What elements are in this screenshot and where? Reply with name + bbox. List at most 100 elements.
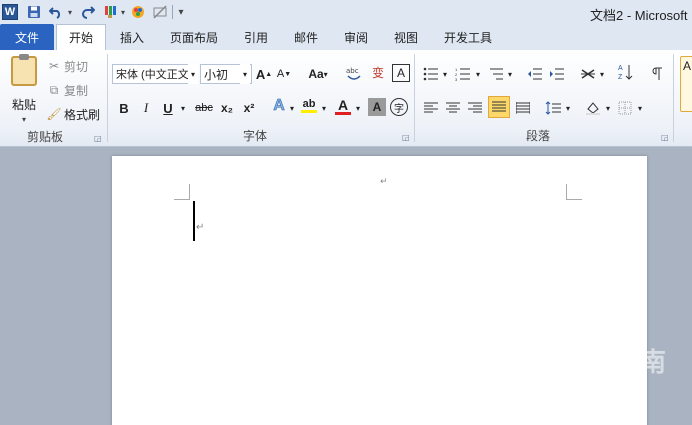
justify-icon[interactable] [488,96,510,118]
highlight-label: ab [302,98,316,110]
numbering-icon[interactable]: 123 [454,64,472,84]
subscript-button[interactable]: x₂ [218,98,236,118]
font-name-combo[interactable]: 宋体 (中文正文) [112,64,198,84]
paint-dropdown-icon[interactable]: ▾ [119,3,127,21]
paragraph-mark: ↵ [196,222,205,233]
line-spacing-dropdown-icon[interactable]: ▾ [564,98,572,118]
no-change-icon[interactable] [152,3,168,21]
distributed-icon[interactable] [514,98,532,118]
paragraph-group-label: 段落 [525,129,550,143]
multilevel-dropdown-icon[interactable]: ▾ [506,64,514,84]
shrink-font-label: A [276,68,285,80]
show-marks-icon[interactable] [648,64,666,84]
borders-dropdown-icon[interactable]: ▾ [636,98,644,118]
multilevel-list-icon[interactable] [486,64,506,84]
svg-text:Z: Z [618,74,623,81]
change-case-button[interactable]: Aa ▾ [304,64,332,84]
italic-button[interactable]: I [138,98,154,118]
bullets-icon[interactable] [422,64,440,84]
bold-button[interactable]: B [116,98,132,118]
paint-icon[interactable] [102,3,118,21]
format-painter-button[interactable]: 🖌 格式刷 [46,104,100,124]
undo-icon[interactable] [48,3,64,21]
tab-insert[interactable]: 插入 [110,24,154,50]
tab-file[interactable]: 文件 [0,24,54,50]
decrease-indent-icon[interactable] [526,64,544,84]
watermark-logo: S [516,340,550,374]
redo-icon[interactable] [80,3,96,21]
align-left-icon[interactable] [422,98,440,118]
highlight-dropdown-icon[interactable]: ▾ [320,98,328,118]
qat-separator [172,5,173,19]
enclose-char-button[interactable]: 字 [390,98,408,116]
line-spacing-icon[interactable] [544,98,562,118]
chinese-layout-dropdown-icon[interactable]: ▾ [598,64,606,84]
align-right-icon[interactable] [466,98,484,118]
strikethrough-button[interactable]: abc [192,98,216,118]
highlight-button[interactable]: ab [300,96,318,116]
font-launcher-icon[interactable]: ◲ [402,133,410,142]
phonetic-guide-icon[interactable]: abc [344,64,364,84]
format-painter-label: 格式刷 [64,107,101,122]
font-size-dropdown-icon[interactable]: ▾ [240,64,250,84]
underline-dropdown-icon[interactable]: ▾ [178,98,188,118]
tab-home[interactable]: 开始 [56,24,106,50]
clipboard-icon [11,54,37,86]
increase-indent-icon[interactable] [548,64,566,84]
tab-page-layout[interactable]: 页面布局 [162,24,226,50]
font-group-label: 字体 [242,129,267,143]
chinese-layout-icon[interactable] [578,64,598,84]
margin-corner-top-right [566,184,582,200]
shrink-font-button[interactable]: A ▼ [276,64,292,84]
text-effects-button[interactable]: A [270,96,288,116]
underline-button[interactable]: U [160,98,176,118]
font-color-dropdown-icon[interactable]: ▾ [354,98,362,118]
clear-format-icon[interactable]: 变 [368,62,388,82]
tab-references[interactable]: 引用 [236,24,276,50]
bullets-dropdown-icon[interactable]: ▾ [441,64,449,84]
char-shading-button[interactable]: A [368,98,386,116]
copy-button[interactable]: ⧉ 复制 [46,80,88,100]
tab-view[interactable]: 视图 [384,24,428,50]
paste-dropdown-icon[interactable]: ▾ [22,115,26,124]
font-name-dropdown-icon[interactable]: ▾ [188,64,198,84]
styles-gallery[interactable]: A [680,56,692,112]
svg-text:A: A [618,65,623,72]
text-cursor [193,201,195,241]
paragraph-launcher-icon[interactable]: ◲ [661,133,669,142]
ribbon: 粘贴 ▾ ✂ 剪切 ⧉ 复制 🖌 格式刷 剪贴板 ◲ 宋体 (中文正文) ▾ 小… [0,50,692,147]
cut-button[interactable]: ✂ 剪切 [46,56,88,76]
save-icon[interactable] [26,3,42,21]
svg-text:abc: abc [346,67,359,75]
title-bar: W ▾ ▾ ▾ 文档2 - Microsoft [0,0,692,24]
grow-font-button[interactable]: A ▲ [256,64,272,84]
tab-mailings[interactable]: 邮件 [284,24,328,50]
word-logo-icon[interactable]: W [2,4,18,20]
brush-icon: 🖌 [46,107,62,121]
font-color-button[interactable]: A [334,96,352,116]
shading-icon[interactable] [584,98,602,118]
borders-icon[interactable] [616,98,634,118]
sort-icon[interactable]: AZ [616,62,636,82]
ribbon-tab-row: 文件 开始 插入 页面布局 引用 邮件 审阅 视图 开发工具 [0,24,692,50]
align-center-icon[interactable] [444,98,462,118]
copy-label: 复制 [64,83,89,98]
char-border-icon[interactable]: A [392,64,410,82]
paste-button[interactable]: 粘贴 ▾ [6,54,42,124]
color-icon[interactable] [130,3,146,21]
tab-review[interactable]: 审阅 [336,24,376,50]
text-effects-dropdown-icon[interactable]: ▾ [288,98,296,118]
clipboard-launcher-icon[interactable]: ◲ [94,134,102,143]
numbering-dropdown-icon[interactable]: ▾ [474,64,482,84]
header-paragraph-mark: ↵ [380,176,388,186]
svg-text:3: 3 [455,77,458,81]
tab-developer[interactable]: 开发工具 [436,24,500,50]
undo-dropdown-icon[interactable]: ▾ [66,3,74,21]
clipboard-group: 粘贴 ▾ ✂ 剪切 ⧉ 复制 🖌 格式刷 剪贴板 ◲ [0,50,108,147]
superscript-button[interactable]: x² [240,98,258,118]
shading-dropdown-icon[interactable]: ▾ [604,98,612,118]
cut-label: 剪切 [64,59,89,74]
grow-font-label: A [255,66,266,82]
group-separator [673,54,674,142]
dropdown-arrow-icon[interactable]: ▾ [176,3,186,21]
